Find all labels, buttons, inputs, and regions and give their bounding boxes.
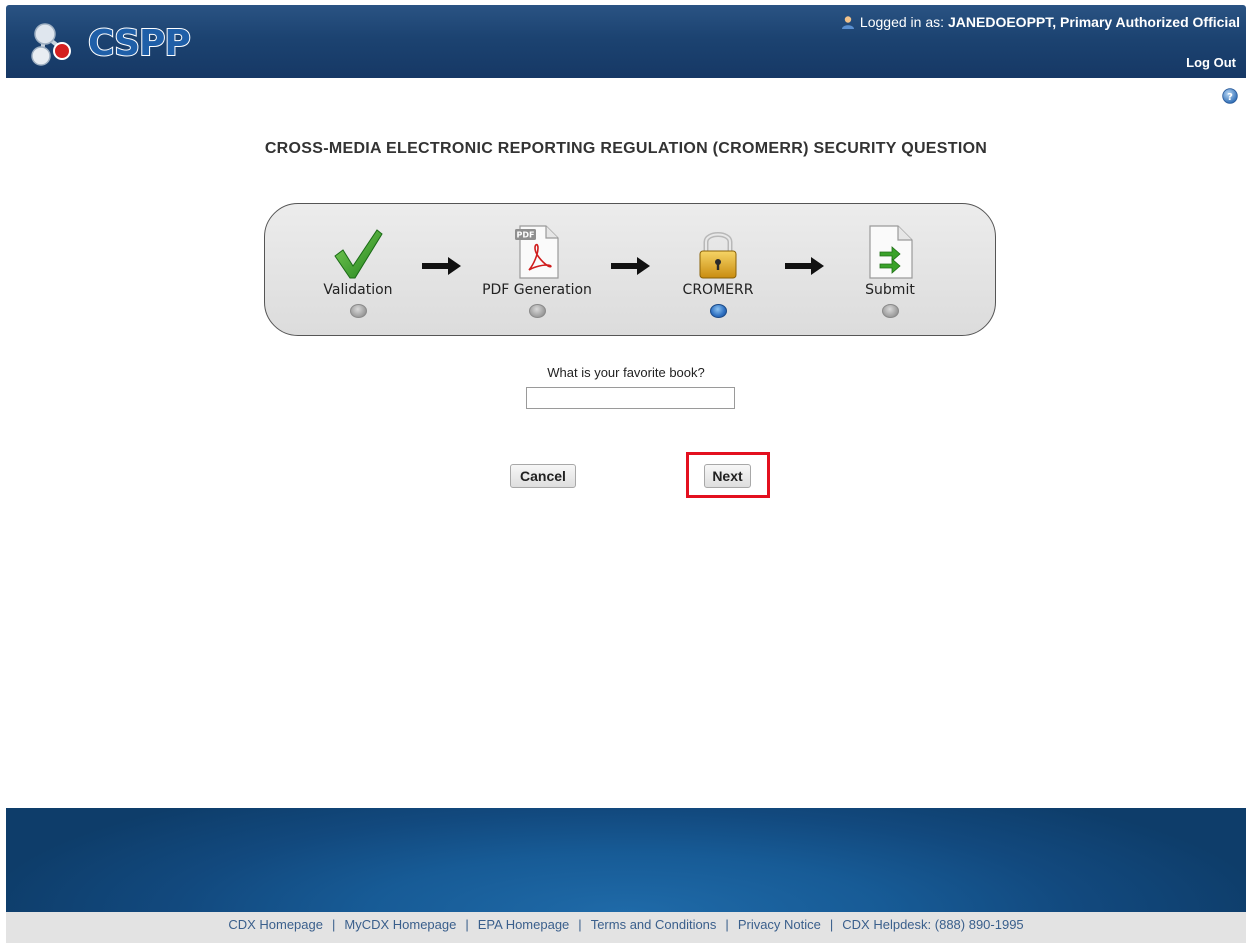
step-submit: Submit bbox=[820, 218, 960, 318]
help-icon[interactable]: ? bbox=[1222, 88, 1238, 104]
checkmark-icon bbox=[334, 229, 383, 279]
logged-in-user: JANEDOEOPPT, Primary Authorized Official bbox=[948, 14, 1240, 30]
user-icon bbox=[841, 16, 854, 29]
next-button[interactable]: Next bbox=[704, 464, 751, 488]
footer-separator: | bbox=[829, 917, 834, 932]
progress-stepper: Validation PDF PDF Generation CROMERR Su… bbox=[264, 203, 996, 336]
step-indicator-dot bbox=[881, 304, 899, 318]
pdf-document-icon: PDF bbox=[515, 225, 559, 279]
step-indicator-dot-active bbox=[709, 304, 727, 318]
login-status: Logged in as: JANEDOEOPPT, Primary Autho… bbox=[841, 14, 1240, 30]
arrow-right-icon bbox=[422, 257, 461, 275]
step-label: Submit bbox=[865, 282, 915, 298]
step-indicator-dot bbox=[528, 304, 546, 318]
privacy-notice-link[interactable]: Privacy Notice bbox=[738, 917, 821, 932]
cdx-homepage-link[interactable]: CDX Homepage bbox=[228, 917, 323, 932]
arrow-right-icon bbox=[611, 257, 650, 275]
security-answer-input[interactable] bbox=[526, 387, 735, 409]
footer-separator: | bbox=[465, 917, 469, 932]
epa-homepage-link[interactable]: EPA Homepage bbox=[478, 917, 570, 932]
step-label: Validation bbox=[323, 282, 393, 298]
svg-text:?: ? bbox=[1227, 92, 1233, 103]
step-label: PDF Generation bbox=[482, 282, 592, 298]
footer-separator: | bbox=[331, 917, 336, 932]
footer-banner bbox=[6, 808, 1246, 912]
cdx-helpdesk-link[interactable]: CDX Helpdesk: (888) 890-1995 bbox=[842, 917, 1023, 932]
footer-separator: | bbox=[578, 917, 582, 932]
footer-separator: | bbox=[725, 917, 729, 932]
cancel-button[interactable]: Cancel bbox=[510, 464, 576, 488]
logo-text: CSPP bbox=[87, 22, 192, 65]
step-cromerr: CROMERR bbox=[648, 218, 788, 318]
page-title: CROSS-MEDIA ELECTRONIC REPORTING REGULAT… bbox=[264, 140, 988, 157]
pdf-badge: PDF bbox=[517, 231, 535, 240]
terms-and-conditions-link[interactable]: Terms and Conditions bbox=[591, 917, 717, 932]
arrow-right-icon bbox=[785, 257, 824, 275]
step-validation: Validation bbox=[288, 218, 428, 318]
step-label: CROMERR bbox=[682, 282, 754, 298]
footer-links: CDX Homepage | MyCDX Homepage | EPA Homepage… bbox=[6, 912, 1246, 943]
step-pdf-generation: PDF PDF Generation bbox=[467, 218, 607, 318]
security-question-label: What is your favorite book? bbox=[547, 365, 705, 380]
submit-document-icon bbox=[869, 225, 913, 279]
logout-link[interactable]: Log Out bbox=[1186, 55, 1236, 70]
header-bar: CSPP Logged in as: JANEDOEOPPT, Primary … bbox=[6, 5, 1246, 78]
molecule-icon bbox=[31, 23, 71, 66]
cspp-logo[interactable]: CSPP bbox=[28, 21, 208, 69]
step-indicator-dot bbox=[349, 304, 367, 318]
padlock-icon bbox=[699, 232, 737, 279]
mycdx-homepage-link[interactable]: MyCDX Homepage bbox=[344, 917, 456, 932]
logged-in-prefix: Logged in as: bbox=[859, 14, 944, 30]
